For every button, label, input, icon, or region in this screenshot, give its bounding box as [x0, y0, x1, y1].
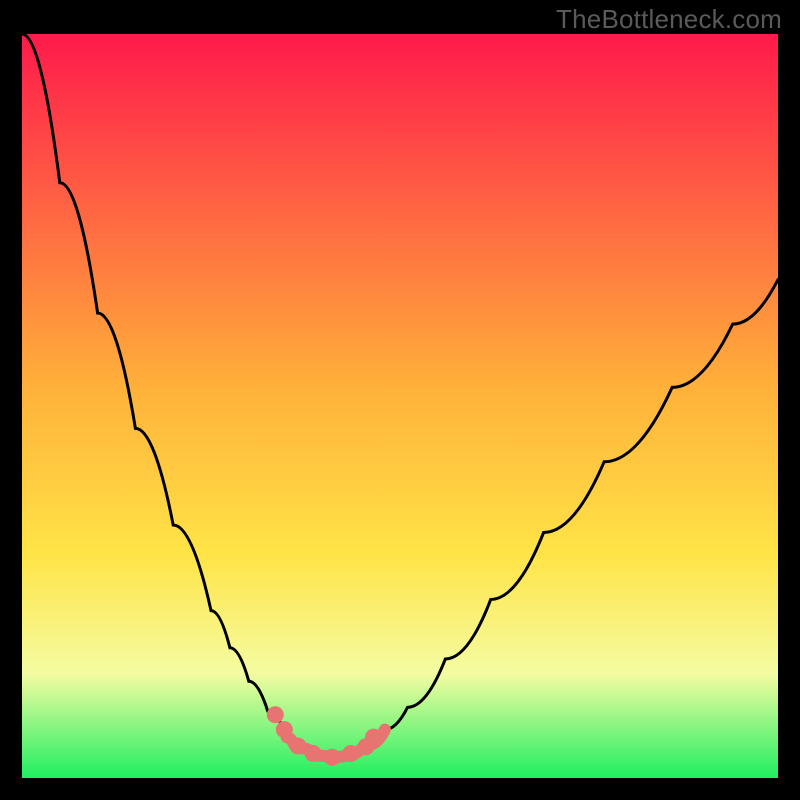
- highlight-dot: [267, 706, 284, 723]
- highlight-dot: [305, 745, 322, 762]
- highlight-dot: [365, 729, 382, 746]
- highlight-dot: [276, 721, 293, 738]
- highlight-dot: [289, 738, 306, 755]
- watermark-text: TheBottleneck.com: [556, 4, 782, 35]
- chart-canvas: TheBottleneck.com: [0, 0, 800, 800]
- highlight-dot: [323, 749, 340, 766]
- highlight-dot: [342, 745, 359, 762]
- plot-area: [22, 34, 778, 778]
- plot-svg: [22, 34, 778, 778]
